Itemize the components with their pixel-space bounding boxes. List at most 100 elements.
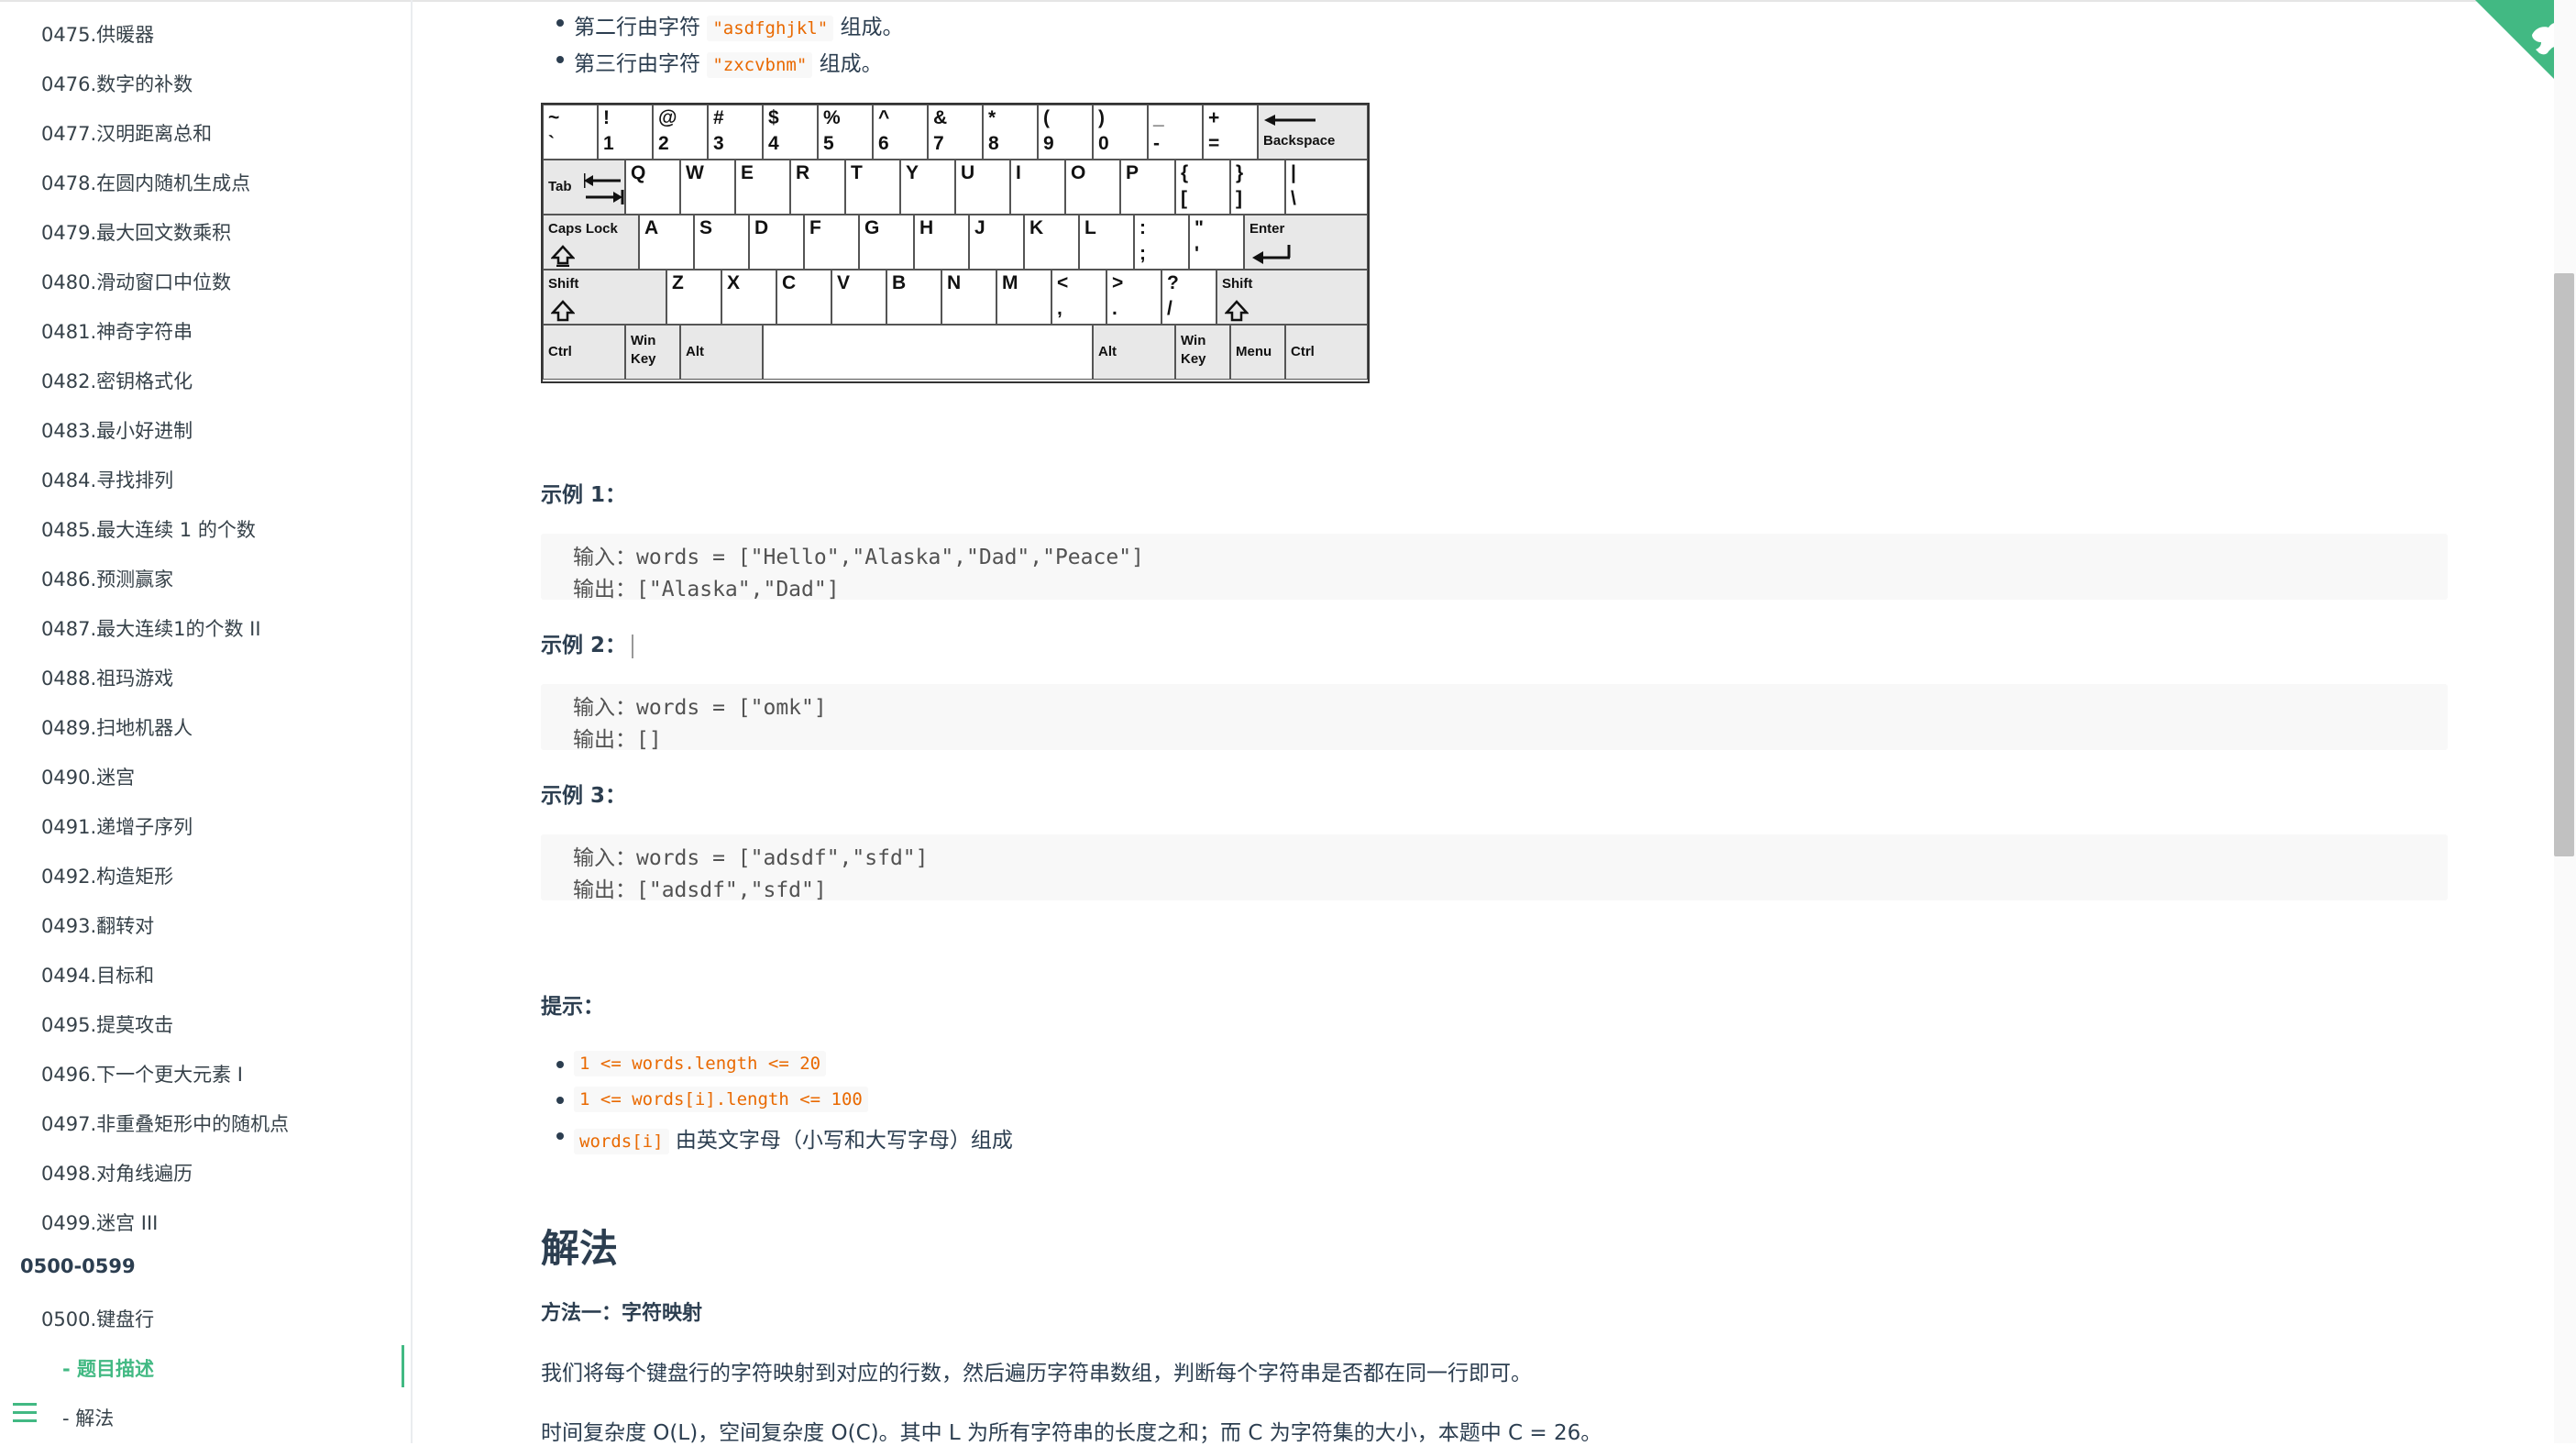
key-d: D — [749, 215, 804, 270]
key-backspace-label: Backspace — [1263, 133, 1336, 149]
keyboard-image: ~ `! 1 @2 #3 $4% 5 ^ 6 & 7 * 8(9) 0 _ - + = Backspace Tab Q W… — [541, 103, 1370, 383]
key-4: $4 — [763, 105, 818, 160]
sidebar-item[interactable]: 0490.迷宫 — [41, 763, 135, 790]
example-1-code: 输入：words = ["Hello","Alaska","Dad","Peac… — [541, 534, 2448, 602]
key-m: M — [996, 270, 1051, 325]
sidebar-section-0500[interactable]: 0500-0599 — [20, 1255, 136, 1277]
key-11-label: _ — [1153, 107, 1164, 128]
key-sym-r4-0: <, — [1051, 270, 1106, 325]
key-11: _ - — [1148, 105, 1203, 160]
sidebar-item[interactable]: 0496.下一个更大元素 I — [41, 1060, 243, 1087]
backspace-arrow-icon — [1264, 115, 1316, 126]
example-3-code: 输入：words = ["adsdf","sfd"] 输出：["adsdf","… — [541, 834, 2448, 902]
key-menu: Menu — [1230, 325, 1285, 380]
sidebar-item[interactable]: 0494.目标和 — [41, 961, 154, 988]
row2-code: "asdfghjkl" — [707, 16, 834, 41]
key-t-label: T — [851, 162, 863, 183]
key-m-label: M — [1002, 272, 1018, 293]
key-7: & 7 — [928, 105, 983, 160]
sidebar-item[interactable]: 0476.数字的补数 — [41, 70, 193, 97]
sidebar-item[interactable]: 0497.非重叠矩形中的随机点 — [41, 1109, 289, 1137]
sidebar-item[interactable]: 0480.滑动窗口中位数 — [41, 268, 231, 295]
example-2-output: 输出：[] — [573, 728, 662, 752]
key-9: (9 — [1038, 105, 1093, 160]
sidebar-item[interactable]: 0493.翻转对 — [41, 911, 154, 939]
key-sym-r2-1-label: ] — [1236, 188, 1242, 209]
sidebar-item-0500[interactable]: 0500.键盘行 — [41, 1305, 154, 1332]
sidebar-item[interactable]: 0499.迷宫 III — [41, 1209, 158, 1236]
row3-code: "zxcvbnm" — [707, 52, 813, 78]
key-j: J — [969, 215, 1024, 270]
key-f-label: F — [809, 217, 821, 238]
key-r-label: R — [796, 162, 810, 183]
key-n-label: N — [947, 272, 962, 293]
key-0: ~ ` — [543, 105, 598, 160]
sidebar-item[interactable]: 0477.汉明距离总和 — [41, 119, 212, 147]
sidebar-item[interactable]: 0495.提莫攻击 — [41, 1010, 173, 1038]
sidebar-item[interactable]: 0483.最小好进制 — [41, 416, 193, 444]
row3-description: 第三行由字符 "zxcvbnm" 组成。 — [556, 46, 883, 78]
sidebar-item[interactable]: 0488.祖玛游戏 — [41, 664, 173, 691]
key-alt-left: Alt — [680, 325, 763, 380]
key-sym-r4-1-label: > — [1112, 272, 1124, 293]
key-12-label: = — [1208, 133, 1220, 154]
sidebar-item[interactable]: 0487.最大连续1的个数 II — [41, 614, 261, 642]
key-sym-r4-1-label: . — [1112, 298, 1117, 319]
key-3: #3 — [708, 105, 763, 160]
key-sym-r4-1: >. — [1106, 270, 1161, 325]
key-sym-r2-0-label: [ — [1181, 188, 1187, 209]
active-indicator — [402, 1345, 404, 1387]
sidebar-item[interactable]: 0475.供暖器 — [41, 20, 154, 48]
sidebar: 0475.供暖器 0476.数字的补数 0477.汉明距离总和 0478.在圆内随机生… — [0, 0, 413, 1443]
sidebar-subitem-description[interactable]: - 题目描述 — [62, 1354, 154, 1382]
sidebar-item[interactable]: 0479.最大回文数乘积 — [41, 218, 231, 246]
key-e-label: E — [741, 162, 754, 183]
key-1-label: ! — [603, 107, 610, 128]
key-8: * 8 — [983, 105, 1038, 160]
sidebar-item[interactable]: 0481.神奇字符串 — [41, 317, 193, 345]
key-10-label: ) — [1098, 107, 1105, 128]
example-2-title: 示例 2： — [541, 627, 634, 658]
key-sym-r3-1: " ' — [1189, 215, 1244, 270]
hint-3: words[i] 由英文字母（小写和大写字母）组成 — [556, 1122, 1013, 1154]
key-d-label: D — [754, 217, 769, 238]
key-2: @2 — [653, 105, 708, 160]
key-p-label: P — [1126, 162, 1139, 183]
key-v-label: V — [837, 272, 851, 293]
key-k-label: K — [1029, 217, 1044, 238]
sidebar-item[interactable]: 0489.扫地机器人 — [41, 713, 193, 741]
key-tab: Tab — [543, 160, 625, 215]
example-1-output: 输出：["Alaska","Dad"] — [573, 578, 840, 602]
sidebar-subitem-solution[interactable]: - 解法 — [62, 1404, 114, 1431]
menu-toggle-icon[interactable] — [13, 1403, 37, 1423]
key-win-left-label: Key — [631, 351, 656, 367]
key-3-label: # — [713, 107, 724, 128]
text-cursor — [632, 634, 634, 658]
sidebar-item[interactable]: 0486.预测赢家 — [41, 565, 173, 592]
hint-3-text: 由英文字母（小写和大写字母）组成 — [668, 1129, 1013, 1153]
example-2-title-text: 示例 2： — [541, 634, 627, 657]
key-q-label: Q — [631, 162, 646, 183]
key-sym-r4-0-label: , — [1057, 298, 1062, 319]
key-10-label: 0 — [1098, 133, 1109, 154]
sidebar-item[interactable]: 0498.对角线遍历 — [41, 1159, 193, 1187]
key-5-label: 5 — [823, 133, 834, 154]
scrollbar-thumb[interactable] — [2554, 273, 2574, 856]
key-sym-r3-1-label: " — [1194, 217, 1204, 238]
sidebar-item[interactable]: 0484.寻找排列 — [41, 466, 173, 493]
key-sym-r4-2-label: ? — [1167, 272, 1179, 293]
row3-post: 组成。 — [812, 52, 883, 76]
complexity-text: 时间复杂度 O(L)，空间复杂度 O(C)。其中 L 为所有字符串的长度之和；而… — [541, 1421, 1602, 1445]
sidebar-item[interactable]: 0485.最大连续 1 的个数 — [41, 515, 256, 543]
sidebar-item[interactable]: 0478.在圆内随机生成点 — [41, 169, 250, 196]
row3-pre: 第三行由字符 — [574, 52, 708, 76]
key-t: T — [845, 160, 900, 215]
key-sym-r4-0-label: < — [1057, 272, 1069, 293]
key-alt-right: Alt — [1093, 325, 1175, 380]
key-sym-r2-2: | \ — [1285, 160, 1368, 215]
key-menu-label: Menu — [1236, 344, 1272, 359]
sidebar-item[interactable]: 0491.递增子序列 — [41, 812, 193, 840]
key-h-label: H — [919, 217, 934, 238]
sidebar-item[interactable]: 0492.构造矩形 — [41, 862, 173, 889]
sidebar-item[interactable]: 0482.密钥格式化 — [41, 367, 193, 394]
